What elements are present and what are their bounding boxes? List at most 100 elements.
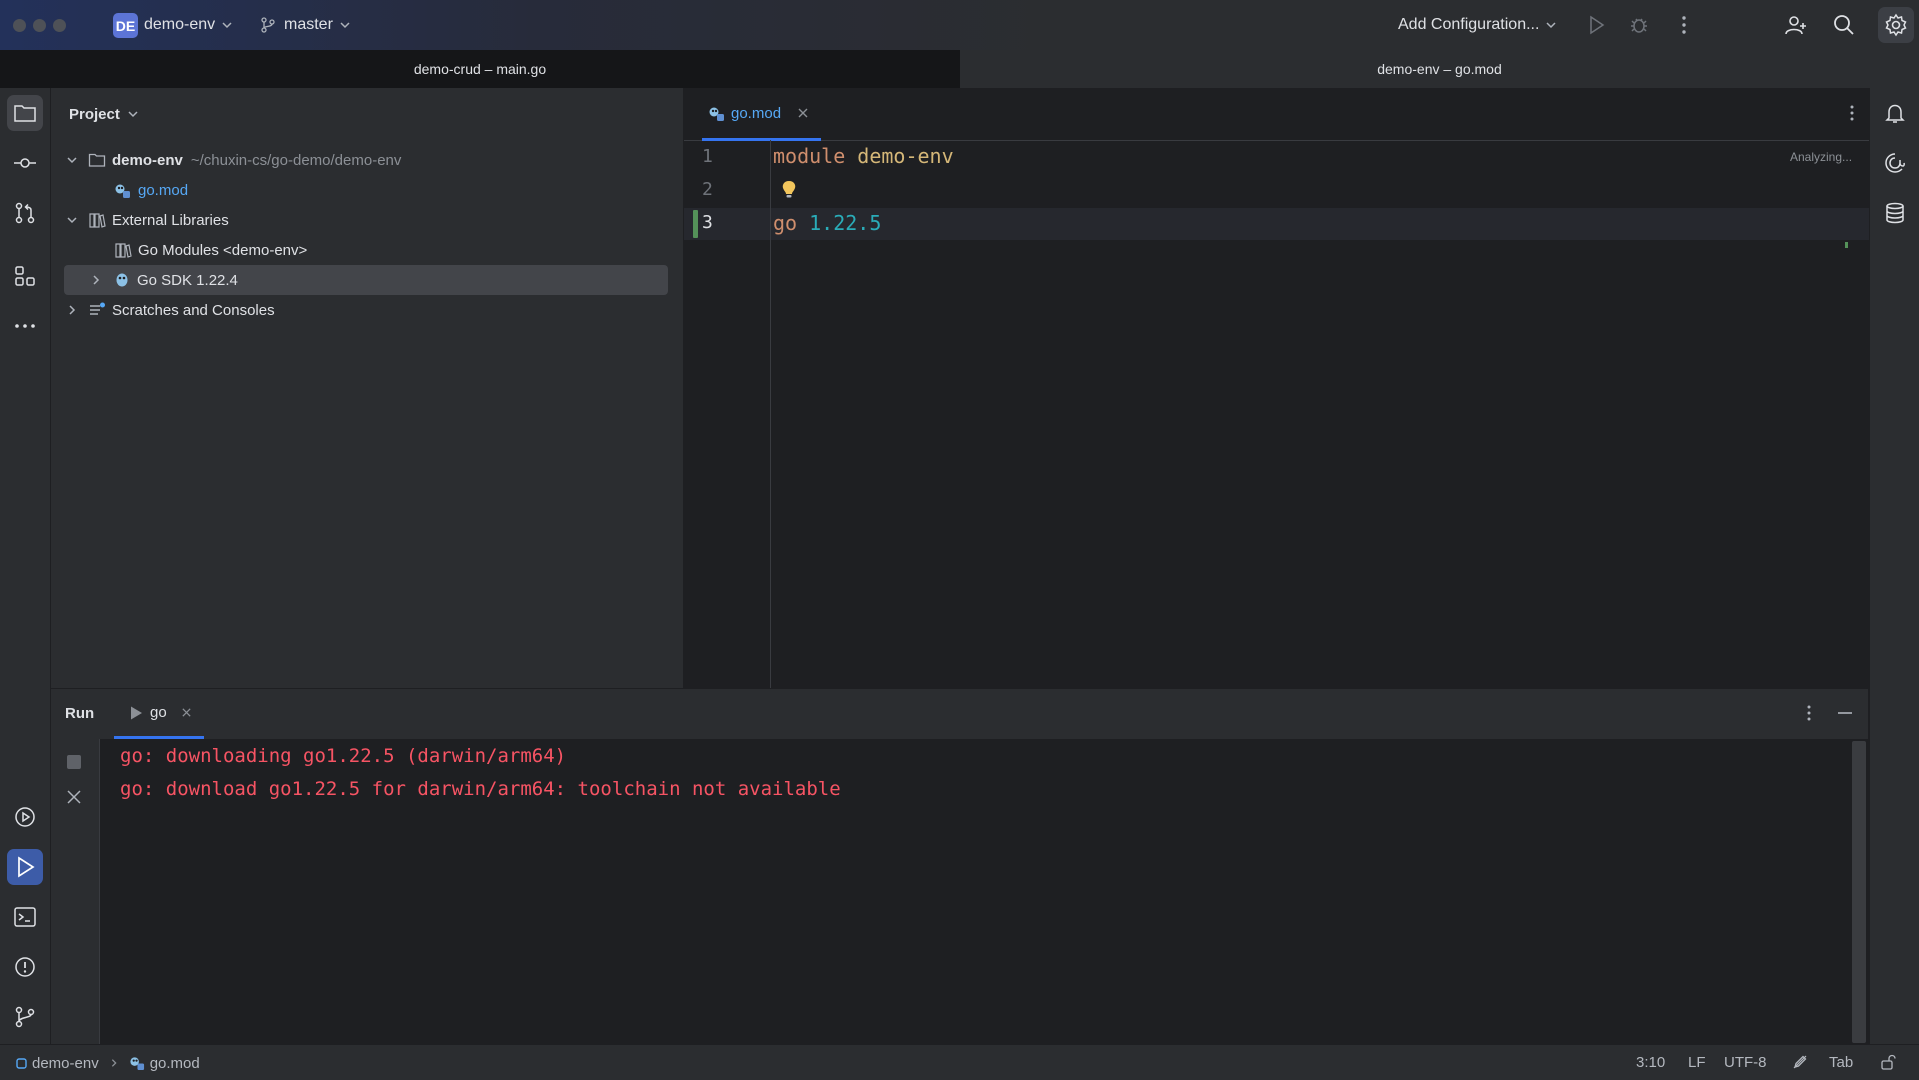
structure-icon	[15, 266, 35, 286]
go-keyword: go	[773, 211, 798, 235]
close-icon[interactable]	[797, 107, 809, 119]
read-only-toggle[interactable]	[1792, 1054, 1808, 1070]
window-tab-demo-env[interactable]: demo-env – go.mod	[960, 50, 1919, 88]
services-tool-button[interactable]	[7, 799, 43, 835]
bug-icon	[1631, 18, 1647, 33]
go-sdk-label: Go SDK 1.22.4	[137, 271, 238, 289]
window-tab-demo-crud[interactable]: demo-crud – main.go	[0, 50, 960, 88]
intention-bulb-button[interactable]	[780, 179, 798, 201]
tree-node-external-libraries[interactable]: External Libraries	[64, 205, 229, 235]
hide-panel-button[interactable]	[1836, 704, 1854, 722]
tree-node-root[interactable]: demo-env ~/chuxin-cs/go-demo/demo-env	[64, 145, 401, 175]
run-panel-options-button[interactable]	[1800, 704, 1818, 722]
play-icon	[131, 706, 142, 719]
breadcrumb: demo-env go.mod	[16, 1053, 200, 1073]
settings-button[interactable]	[1878, 7, 1914, 43]
more-actions-button[interactable]	[1673, 14, 1695, 36]
tree-node-go-sdk[interactable]: Go SDK 1.22.4	[64, 265, 668, 295]
breadcrumb-file[interactable]: go.mod	[150, 1055, 200, 1072]
more-vertical-icon	[1850, 105, 1854, 121]
editor-gutter: 1 2 3	[684, 140, 771, 688]
caret-position[interactable]: 3:10	[1636, 1054, 1665, 1071]
indent-setting[interactable]: Tab	[1829, 1054, 1853, 1071]
project-tool-button[interactable]	[7, 95, 43, 131]
git-branch-icon	[261, 17, 275, 33]
close-icon[interactable]	[181, 707, 192, 718]
project-selector[interactable]: demo-env	[144, 14, 233, 36]
code-with-me-button[interactable]	[1784, 13, 1808, 37]
console-output-line: go: downloading go1.22.5 (darwin/arm64)	[120, 745, 567, 767]
branch-selector[interactable]: master	[260, 14, 351, 36]
editor-tab-go-mod[interactable]: go.mod	[702, 88, 822, 141]
notifications-button[interactable]	[1877, 95, 1913, 131]
window-close-button[interactable]	[13, 19, 26, 32]
branch-name: master	[284, 16, 333, 33]
pull-request-icon	[15, 202, 35, 224]
go-file-icon	[130, 1057, 144, 1071]
run-tool-button[interactable]	[7, 849, 43, 885]
run-tab-go[interactable]: go	[114, 689, 204, 739]
tree-node-scratches[interactable]: Scratches and Consoles	[64, 295, 275, 325]
editor-tab-bar: go.mod	[684, 88, 1869, 141]
terminal-icon	[14, 907, 36, 927]
run-panel-title: Run	[65, 705, 95, 722]
run-configuration-selector[interactable]: Add Configuration...	[1398, 14, 1557, 36]
terminal-tool-button[interactable]	[7, 899, 43, 935]
run-button[interactable]	[1585, 14, 1607, 36]
title-bar: DE demo-env master Add Configuration...	[0, 0, 1919, 51]
window-zoom-button[interactable]	[53, 19, 66, 32]
ai-assistant-button[interactable]	[1877, 145, 1913, 181]
folder-icon	[14, 105, 36, 122]
lightbulb-icon	[782, 181, 796, 198]
window-minimize-button[interactable]	[33, 19, 46, 32]
root-folder-path: ~/chuxin-cs/go-demo/demo-env	[190, 151, 402, 169]
run-panel-toolbar	[51, 739, 100, 1044]
close-run-button[interactable]	[66, 789, 82, 805]
project-badge[interactable]: DE	[113, 13, 138, 38]
scratches-icon	[90, 302, 105, 315]
play-icon	[1590, 15, 1605, 35]
line-number: 3	[702, 212, 713, 233]
scrollbar-change-marker	[1845, 242, 1848, 248]
chevron-right-icon	[69, 305, 76, 315]
pull-requests-tool-button[interactable]	[7, 195, 43, 231]
code-line-3[interactable]: go 1.22.5	[773, 211, 881, 235]
chevron-down-icon	[1546, 22, 1556, 29]
line-separator[interactable]: LF	[1688, 1054, 1706, 1071]
gear-icon	[1885, 13, 1907, 37]
folder-icon	[88, 153, 106, 167]
editor-tab-options-button[interactable]	[1843, 104, 1861, 122]
project-view-selector[interactable]: Project	[69, 102, 139, 126]
search-everywhere-button[interactable]	[1832, 13, 1856, 37]
git-tool-button[interactable]	[7, 999, 43, 1035]
chevron-right-icon	[93, 275, 100, 285]
stop-icon[interactable]	[67, 755, 81, 769]
database-button[interactable]	[1877, 195, 1913, 231]
structure-tool-button[interactable]	[7, 258, 43, 294]
tree-node-go-mod[interactable]: go.mod	[64, 175, 188, 205]
ai-assistant-icon	[1885, 153, 1905, 173]
chevron-right-icon	[111, 1059, 117, 1067]
commit-tool-button[interactable]	[7, 145, 43, 181]
code-line-1[interactable]: module demo-env	[773, 144, 954, 168]
analysis-status: Analyzing...	[1790, 150, 1853, 164]
problems-tool-button[interactable]	[7, 949, 43, 985]
line-number: 2	[702, 179, 713, 200]
breadcrumb-project[interactable]: demo-env	[32, 1055, 99, 1072]
project-name: demo-env	[144, 16, 216, 33]
console-scrollbar[interactable]	[1852, 741, 1866, 1043]
editor-tab-label: go.mod	[731, 104, 782, 122]
file-encoding[interactable]: UTF-8	[1724, 1054, 1767, 1071]
bell-icon	[1885, 104, 1905, 123]
more-tools-button[interactable]	[7, 308, 43, 344]
more-vertical-icon	[1682, 16, 1686, 34]
external-libraries-label: External Libraries	[112, 211, 229, 229]
memory-indicator[interactable]	[1880, 1054, 1896, 1070]
more-vertical-icon	[1807, 705, 1811, 721]
line-number: 1	[702, 146, 713, 167]
library-icon	[89, 213, 106, 228]
debug-button[interactable]	[1628, 14, 1650, 36]
run-configuration-label: Add Configuration...	[1398, 16, 1540, 33]
project-panel: Project demo-env ~/chuxin-cs/go-demo/dem…	[51, 88, 684, 688]
tree-node-go-modules[interactable]: Go Modules <demo-env>	[64, 235, 307, 265]
